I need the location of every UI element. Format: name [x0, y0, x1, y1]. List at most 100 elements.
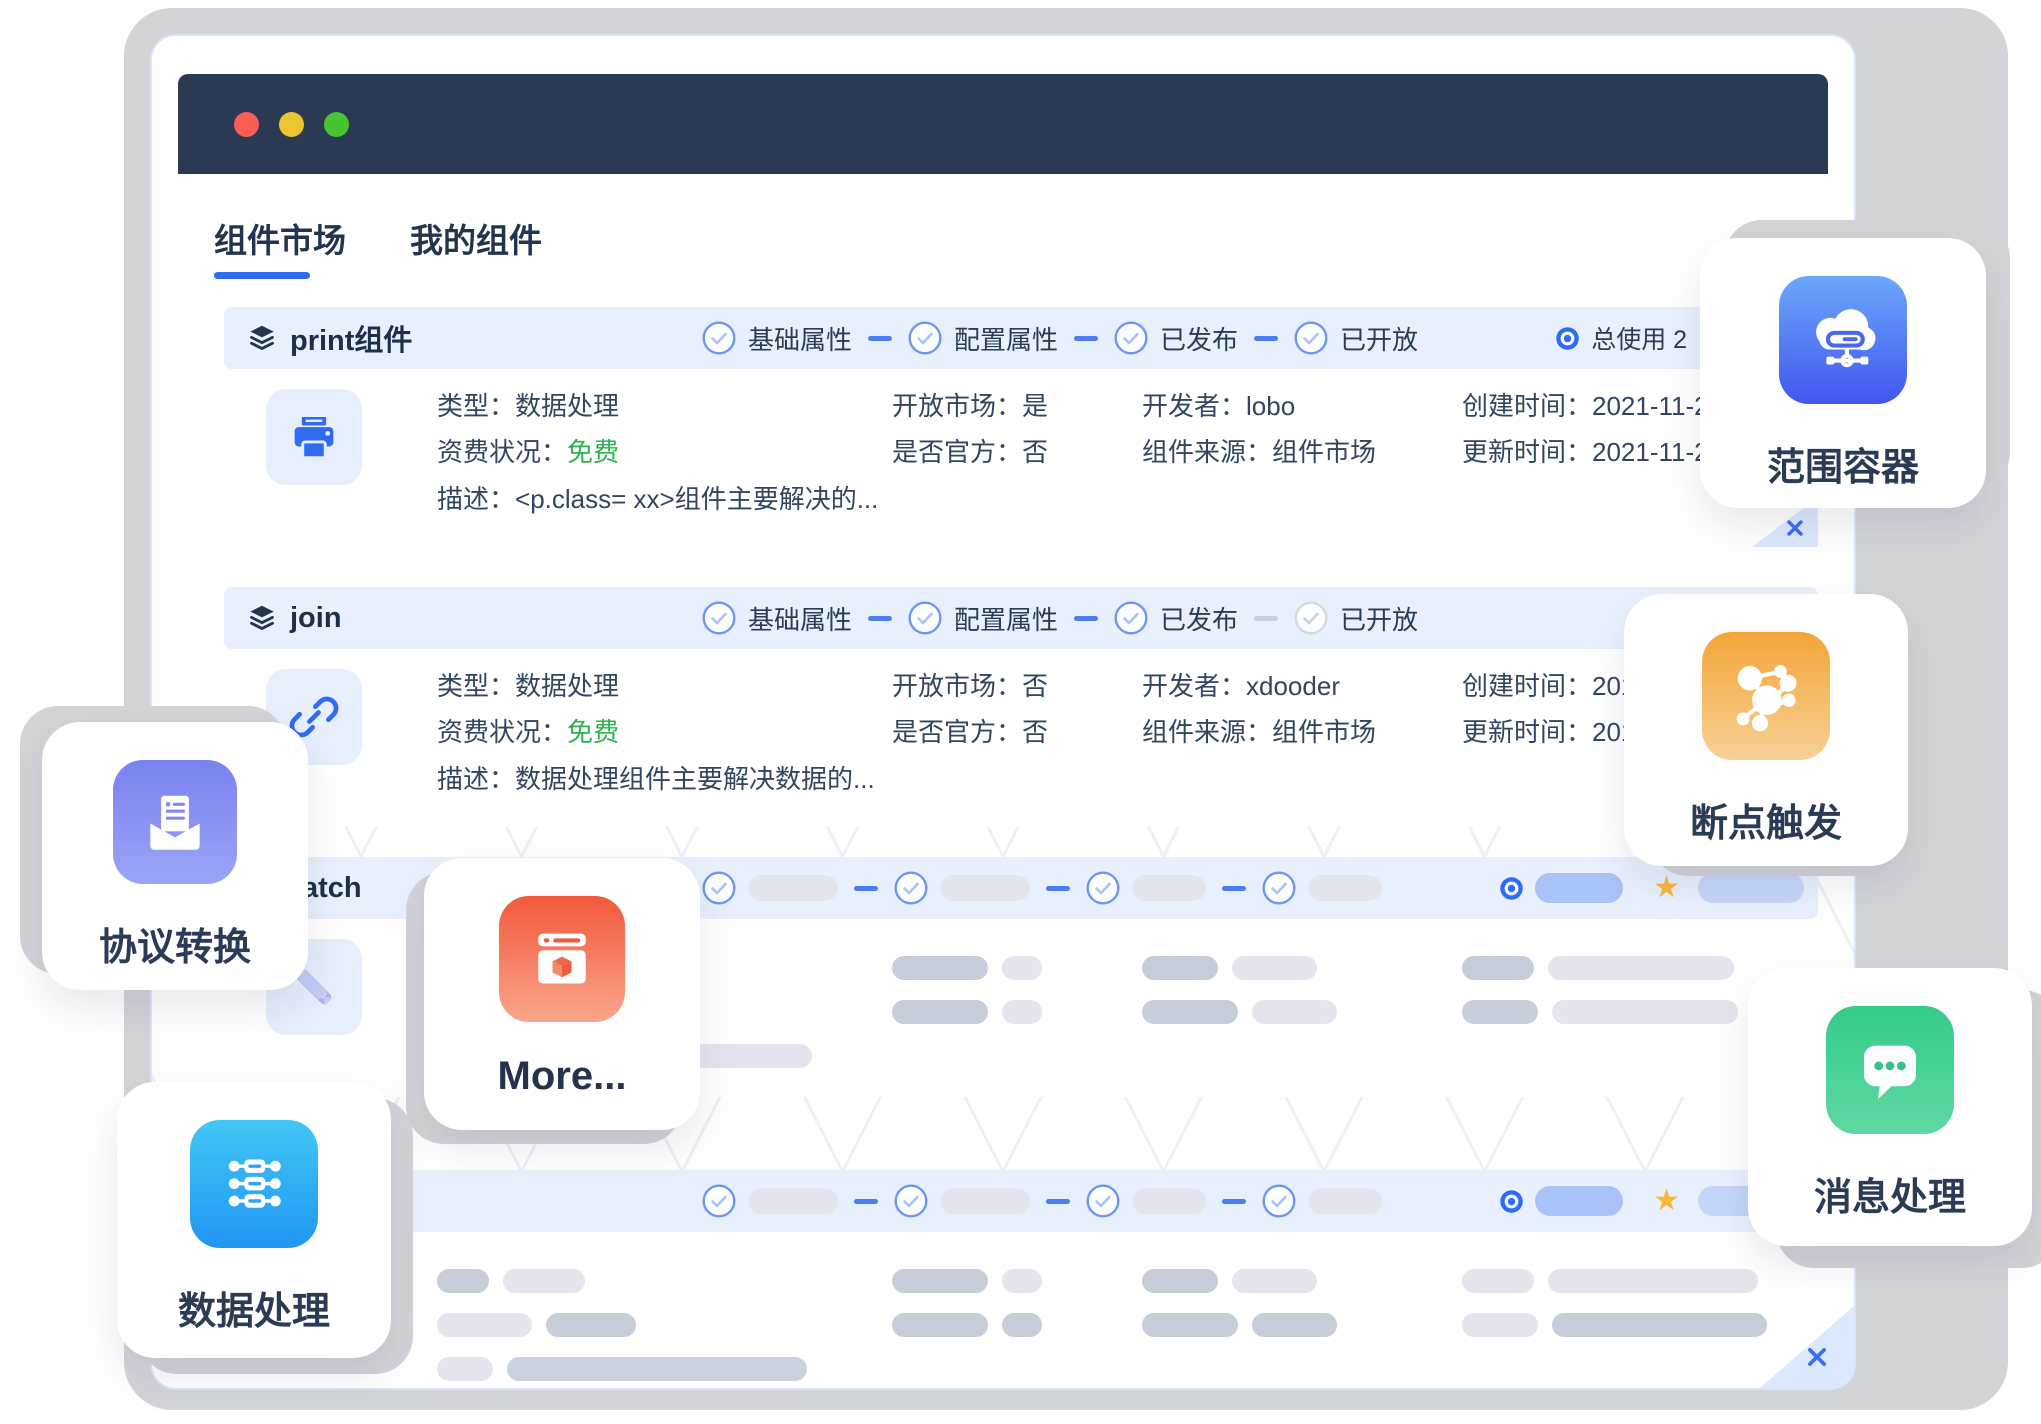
- feature-card-message-processing: 消息处理: [1748, 968, 2032, 1246]
- skeleton-pill: [1548, 1269, 1758, 1293]
- skeleton-pill: [1142, 1000, 1238, 1024]
- skeleton-pill: [1535, 873, 1623, 903]
- tab-my-components[interactable]: 我的组件: [410, 214, 542, 262]
- component-card-print[interactable]: print组件 基础属性 配置属性 已发布 已开放 总使用 2: [224, 307, 1818, 547]
- step-open: 已开放: [1294, 600, 1418, 637]
- status-steps: 基础属性 配置属性 已发布 已开放: [702, 600, 1418, 637]
- check-circle-icon: [1114, 601, 1148, 635]
- layers-icon: [248, 604, 276, 632]
- field-column-1: 类型：数据处理 资费状况：免费 描述：数据处理组件主要解决数据的...: [437, 673, 875, 793]
- breakpoint-tile: [1702, 632, 1830, 760]
- skeleton-pill: [1462, 1313, 1538, 1337]
- usage-eye-icon: [1498, 875, 1525, 902]
- close-window-dot[interactable]: [234, 112, 259, 137]
- protocol-tile: [113, 760, 237, 884]
- feature-card-breakpoint-trigger: 断点触发: [1624, 594, 1908, 866]
- skeleton-pill: [1132, 875, 1206, 901]
- data-tile: [190, 1120, 318, 1248]
- field-value: 组件市场: [1272, 437, 1376, 467]
- skeleton-pill: [1535, 1186, 1623, 1216]
- check-circle-icon: [1294, 321, 1328, 355]
- field-label: 创建时间：: [1462, 671, 1592, 701]
- check-circle-icon: [702, 601, 736, 635]
- skeleton-pill: [940, 875, 1030, 901]
- star-icon: ★: [1653, 873, 1680, 903]
- step-skeleton: [1086, 1184, 1206, 1218]
- step-config: 配置属性: [908, 600, 1058, 637]
- skeleton-pill: [1002, 1000, 1042, 1024]
- step-basic: 基础属性: [702, 320, 852, 357]
- skeleton-pill: [437, 1269, 489, 1293]
- card-body: 类型：数据处理 资费状况：免费 描述：<p.class= xx>组件主要解决的.…: [224, 369, 1818, 547]
- step-connector: [1074, 616, 1098, 621]
- skeleton-column-1: [437, 1268, 807, 1382]
- skeleton-pill: [1308, 875, 1382, 901]
- skeleton-pill: [1252, 1000, 1337, 1024]
- field-value: 数据处理: [515, 391, 619, 421]
- field-label: 开发者：: [1142, 671, 1246, 701]
- skeleton-pill: [1232, 956, 1317, 980]
- tab-component-market[interactable]: 组件市场: [214, 214, 346, 262]
- step-connector: [1222, 1199, 1246, 1204]
- skeleton-pill: [892, 1000, 988, 1024]
- skeleton-pill: [1548, 956, 1734, 980]
- step-connector: [1254, 336, 1278, 341]
- component-card-join[interactable]: join 基础属性 配置属性 已发布 已开放 总使用 6: [224, 587, 1818, 827]
- field-label: 开放市场：: [892, 671, 1022, 701]
- feature-card-scope-container: 范围容器: [1700, 238, 1986, 508]
- maximize-window-dot[interactable]: [324, 112, 349, 137]
- skeleton-pill: [748, 875, 838, 901]
- skeleton-pill: [1552, 1313, 1767, 1337]
- step-skeleton: [1086, 871, 1206, 905]
- printer-icon: [287, 410, 341, 464]
- field-label: 组件来源：: [1142, 717, 1272, 747]
- skeleton-pill: [437, 1313, 532, 1337]
- usage-eye-icon: [1554, 325, 1581, 352]
- field-value: xdooder: [1246, 671, 1340, 701]
- check-circle-icon: [1294, 601, 1328, 635]
- feature-label: 断点触发: [1690, 792, 1842, 847]
- feature-label: More...: [498, 1054, 627, 1099]
- skeleton-pill: [940, 1188, 1030, 1214]
- step-basic: 基础属性: [702, 600, 852, 637]
- skeleton-column-2: [892, 955, 1042, 1025]
- skeleton-pill: [1252, 1313, 1337, 1337]
- browser-cube-icon: [524, 921, 600, 997]
- layers-icon: [248, 324, 276, 352]
- card-header: join 基础属性 配置属性 已发布 已开放 总使用 6: [224, 587, 1818, 649]
- status-steps: 基础属性 配置属性 已发布 已开放: [702, 320, 1418, 357]
- feature-card-data-processing: 数据处理: [117, 1082, 391, 1358]
- skeleton-pill: [892, 1313, 988, 1337]
- skeleton-column-3: [1142, 1268, 1337, 1338]
- feature-label: 数据处理: [178, 1280, 330, 1335]
- step-config: 配置属性: [908, 320, 1058, 357]
- component-card-skeleton-2[interactable]: ★: [224, 1170, 1818, 1390]
- field-label: 开发者：: [1142, 391, 1246, 421]
- skeleton-column-4: [1462, 955, 1738, 1025]
- more-tile: [499, 896, 625, 1022]
- field-label: 描述：: [437, 764, 515, 794]
- field-value-free: 免费: [567, 717, 619, 747]
- check-circle-icon: [894, 1184, 928, 1218]
- skeleton-pill: [1002, 1313, 1042, 1337]
- field-label: 资费状况：: [437, 437, 567, 467]
- tab-bar: 组件市场 我的组件: [214, 214, 542, 262]
- usage-stat: 总使用 2: [1554, 320, 1687, 356]
- field-column-1: 类型：数据处理 资费状况：免费 描述：<p.class= xx>组件主要解决的.…: [437, 393, 878, 513]
- step-label: 已开放: [1340, 600, 1418, 637]
- field-value-free: 免费: [567, 437, 619, 467]
- scope-tile: [1779, 276, 1907, 404]
- field-value: 否: [1022, 717, 1048, 747]
- step-open: 已开放: [1294, 320, 1418, 357]
- field-label: 是否官方：: [892, 717, 1022, 747]
- field-value: 否: [1022, 671, 1048, 701]
- card-stats: ★: [1498, 873, 1804, 903]
- chat-bubble-icon: [1851, 1031, 1929, 1109]
- skeleton-pill: [507, 1357, 807, 1381]
- skeleton-pill: [546, 1313, 636, 1337]
- minimize-window-dot[interactable]: [279, 112, 304, 137]
- usage-stat: [1498, 873, 1623, 903]
- step-connector: [868, 616, 892, 621]
- skeleton-pill: [503, 1269, 585, 1293]
- field-column-3: 开发者：xdooder 组件来源：组件市场: [1142, 673, 1376, 747]
